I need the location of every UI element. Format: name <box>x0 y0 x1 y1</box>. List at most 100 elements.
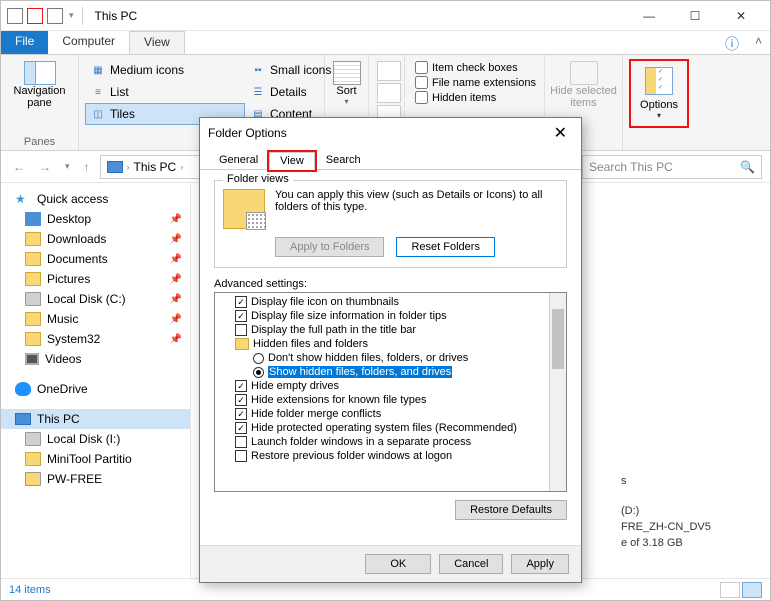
tree-option[interactable]: ✓Display file icon on thumbnails <box>219 295 545 309</box>
sidebar-item-desktop[interactable]: Desktop📌 <box>1 209 190 229</box>
columns-button[interactable] <box>377 61 401 81</box>
tree-option[interactable]: Restore previous folder windows at logon <box>219 449 545 463</box>
tree-option[interactable]: ✓Hide folder merge conflicts <box>219 407 545 421</box>
tree-option[interactable]: Don't show hidden files, folders, or dri… <box>219 351 545 365</box>
sidebar-item-videos[interactable]: Videos <box>1 349 190 369</box>
ribbon-tabs: File Computer View ⓘ ˄ <box>1 31 770 55</box>
tile-drive-label: (D:) <box>621 503 760 519</box>
close-button[interactable]: ✕ <box>718 2 764 30</box>
tree-group-header: Hidden files and folders <box>219 337 545 351</box>
sidebar-item-pictures[interactable]: Pictures📌 <box>1 269 190 289</box>
help-icon[interactable]: ⓘ <box>717 31 747 54</box>
dialog-titlebar[interactable]: Folder Options ✕ <box>200 118 581 148</box>
dialog-tab-view[interactable]: View <box>269 152 315 170</box>
tab-computer[interactable]: Computer <box>48 31 129 54</box>
status-item-count: 14 items <box>9 584 51 596</box>
options-icon <box>645 67 673 95</box>
option-label: Show hidden files, folders, and drives <box>268 366 452 378</box>
options-button[interactable]: Options ▾ <box>629 59 689 128</box>
cancel-button[interactable]: Cancel <box>439 554 503 574</box>
panes-group-label: Panes <box>7 136 72 148</box>
titlebar: ▾ This PC — ☐ ✕ <box>1 1 770 31</box>
view-details-icon[interactable] <box>720 582 740 598</box>
dialog-tab-general[interactable]: General <box>208 151 269 169</box>
sidebar-item-documents[interactable]: Documents📌 <box>1 249 190 269</box>
checkbox-icon: ✓ <box>235 408 247 420</box>
search-input[interactable]: Search This PC 🔍 <box>582 155 762 179</box>
pin-icon: 📌 <box>170 234 182 245</box>
tree-option[interactable]: ✓Hide empty drives <box>219 379 545 393</box>
file-name-extensions[interactable]: File name extensions <box>415 76 534 89</box>
folder-icon <box>25 252 41 266</box>
maximize-button[interactable]: ☐ <box>672 2 718 30</box>
sort-label: Sort <box>336 85 356 97</box>
dialog-title: Folder Options <box>208 126 287 140</box>
sidebar-this-pc[interactable]: This PC <box>1 409 190 429</box>
layout-medium-icons[interactable]: ▦Medium icons <box>85 59 245 81</box>
drive-icon <box>25 292 41 306</box>
pin-icon: 📌 <box>170 214 182 225</box>
sidebar-item-local-c[interactable]: Local Disk (C:)📌 <box>1 289 190 309</box>
dialog-close-button[interactable]: ✕ <box>548 123 573 143</box>
sidebar-item-local-i[interactable]: Local Disk (I:) <box>1 429 190 449</box>
star-icon: ★ <box>15 192 31 206</box>
pin-icon: 📌 <box>170 254 182 265</box>
layout-list[interactable]: ≡List <box>85 81 245 103</box>
pin-icon: 📌 <box>170 274 182 285</box>
qat-icon-2[interactable] <box>47 8 63 24</box>
search-icon: 🔍 <box>740 160 755 174</box>
minimize-button[interactable]: — <box>626 2 672 30</box>
sort-button[interactable]: Sort ▾ <box>331 59 362 108</box>
tree-option[interactable]: Show hidden files, folders, and drives <box>219 365 545 379</box>
tab-file[interactable]: File <box>1 31 48 54</box>
breadcrumb-this-pc[interactable]: This PC <box>134 160 177 174</box>
sidebar-quick-access[interactable]: ★Quick access <box>1 189 190 209</box>
qat-dropdown-icon[interactable]: ▾ <box>69 10 74 21</box>
size-columns-button[interactable] <box>377 83 401 103</box>
apply-to-folders-button: Apply to Folders <box>275 237 384 257</box>
checkbox-icon: ✓ <box>235 310 247 322</box>
sidebar-item-music[interactable]: Music📌 <box>1 309 190 329</box>
scrollbar[interactable] <box>549 293 566 491</box>
dialog-footer: OK Cancel Apply <box>200 545 581 582</box>
navigation-pane-button[interactable]: Navigation pane <box>7 59 72 111</box>
dialog-tab-search[interactable]: Search <box>315 151 372 169</box>
sidebar-onedrive[interactable]: OneDrive <box>1 379 190 399</box>
navigation-sidebar: ★Quick access Desktop📌 Downloads📌 Docume… <box>1 183 191 578</box>
option-label: Display file size information in folder … <box>251 310 447 322</box>
tab-view[interactable]: View <box>129 31 185 54</box>
hide-selected-button: Hide selected items <box>551 59 616 111</box>
tree-option[interactable]: ✓Hide protected operating system files (… <box>219 421 545 435</box>
recent-button[interactable]: ▾ <box>61 159 74 174</box>
tree-option[interactable]: ✓Hide extensions for known file types <box>219 393 545 407</box>
sidebar-item-downloads[interactable]: Downloads📌 <box>1 229 190 249</box>
option-label: Hide empty drives <box>251 380 339 392</box>
qat-icon-1[interactable] <box>27 8 43 24</box>
drive-icon <box>25 472 41 486</box>
ok-button[interactable]: OK <box>365 554 431 574</box>
reset-folders-button[interactable]: Reset Folders <box>396 237 494 257</box>
collapse-ribbon-icon[interactable]: ˄ <box>747 31 770 54</box>
option-label: Launch folder windows in a separate proc… <box>251 436 471 448</box>
view-tiles-icon[interactable] <box>742 582 762 598</box>
sidebar-item-system32[interactable]: System32📌 <box>1 329 190 349</box>
restore-defaults-button[interactable]: Restore Defaults <box>455 500 567 520</box>
folder-views-text: You can apply this view (such as Details… <box>275 189 558 213</box>
folder-icon <box>25 452 41 466</box>
tree-option[interactable]: ✓ Display file size information in folder… <box>219 309 545 323</box>
tree-option[interactable]: Launch folder windows in a separate proc… <box>219 435 545 449</box>
sidebar-item-minitool[interactable]: MiniTool Partitio <box>1 449 190 469</box>
hidden-items[interactable]: Hidden items <box>415 91 534 104</box>
tree-option[interactable]: Display the full path in the title bar <box>219 323 545 337</box>
item-check-boxes[interactable]: Item check boxes <box>415 61 534 74</box>
checkbox-icon <box>235 450 247 462</box>
folder-icon <box>25 332 41 346</box>
sidebar-item-pwfree[interactable]: PW-FREE <box>1 469 190 489</box>
back-button[interactable]: ← <box>9 158 29 176</box>
forward-button[interactable]: → <box>35 158 55 176</box>
up-button[interactable]: ↑ <box>80 158 94 176</box>
checkbox-icon: ✓ <box>235 394 247 406</box>
drive-icon <box>25 432 41 446</box>
cloud-icon <box>15 382 31 396</box>
apply-button[interactable]: Apply <box>511 554 569 574</box>
